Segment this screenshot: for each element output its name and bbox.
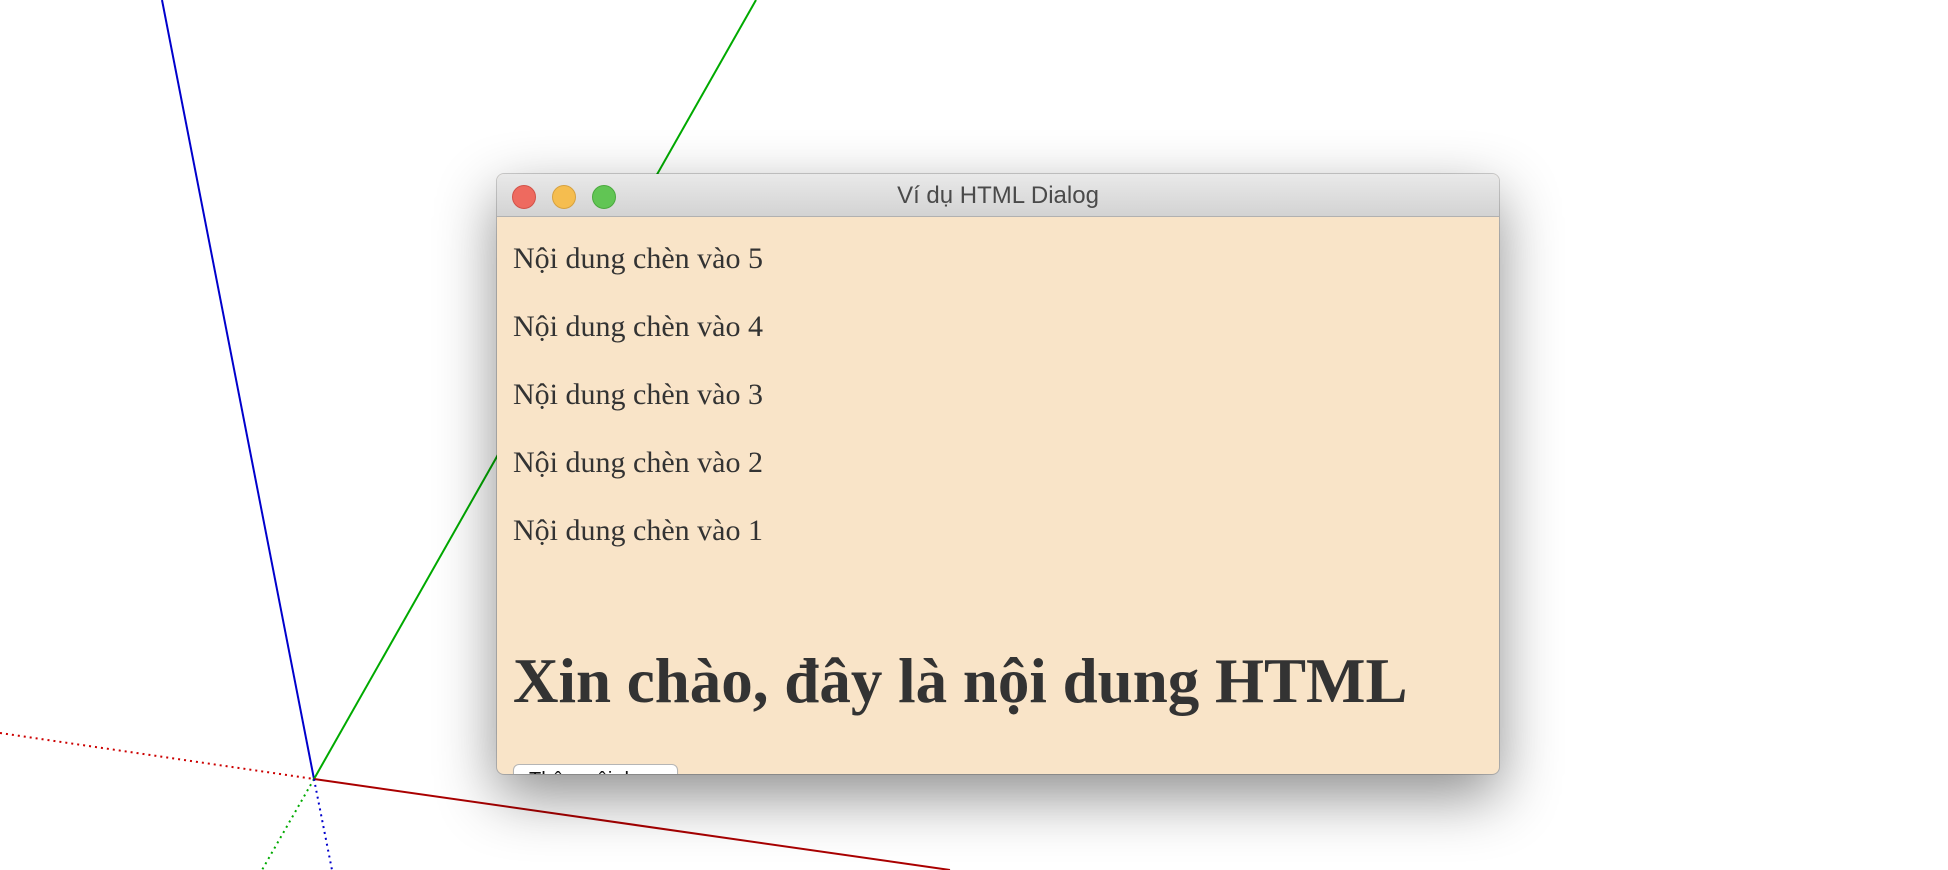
inserted-paragraph-1: Nội dung chèn vào 1 — [513, 514, 763, 547]
dialog-content: Nội dung chèn vào 5 Nội dung chèn vào 4 … — [513, 217, 1483, 774]
inserted-paragraph-2: Nội dung chèn vào 2 — [513, 446, 763, 479]
red-axis-dotted-line — [0, 732, 315, 780]
blue-axis-line — [161, 0, 315, 780]
window-titlebar[interactable]: Ví dụ HTML Dialog — [497, 174, 1499, 217]
blue-axis-dotted-line — [313, 778, 333, 870]
window-title: Ví dụ HTML Dialog — [897, 182, 1099, 209]
inserted-paragraph-5: Nội dung chèn vào 5 — [513, 242, 763, 275]
inserted-paragraph-3: Nội dung chèn vào 3 — [513, 378, 763, 411]
desktop-scene: Ví dụ HTML Dialog Nội dung chèn vào 5 Nộ… — [0, 0, 1948, 870]
inserted-paragraph-4: Nội dung chèn vào 4 — [513, 310, 763, 343]
html-dialog-window: Ví dụ HTML Dialog Nội dung chèn vào 5 Nộ… — [497, 174, 1499, 774]
red-axis-line — [313, 778, 951, 870]
green-axis-dotted-line — [261, 778, 315, 870]
greeting-heading: Xin chào, đây là nội dung HTML — [513, 646, 1408, 716]
add-content-button[interactable]: Thêm nội dung — [513, 764, 679, 774]
